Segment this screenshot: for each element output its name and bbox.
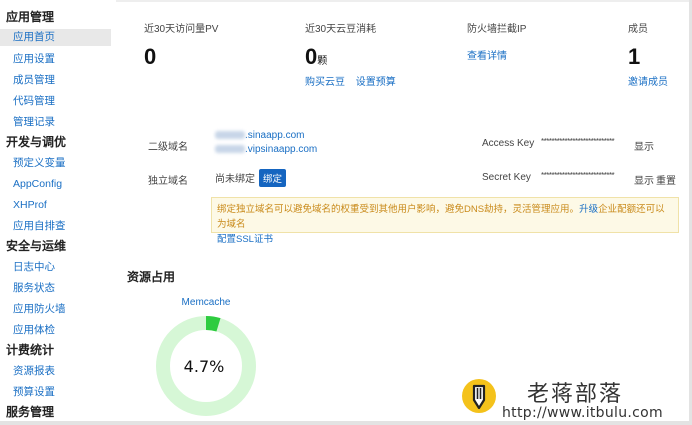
secondary-domain-list: .sinaapp.com .vipsinaapp.com (215, 129, 317, 157)
secondary-domain-1[interactable]: .sinaapp.com (215, 129, 317, 143)
bind-domain-button[interactable]: 绑定 (259, 169, 287, 187)
sidebar-item[interactable]: 应用体检 (0, 320, 111, 341)
access-key-value: **************************** (541, 137, 615, 146)
buy-cloud-beans-link[interactable]: 购买云豆 (305, 77, 345, 88)
sidebar-group-title: 服务管理 (6, 405, 55, 419)
sidebar-item[interactable]: 应用首页 (0, 29, 111, 46)
domain-notice: 绑定独立域名可以避免域名的权重受到其他用户影响，避免DNS劫持，灵活管理应用。升… (211, 197, 679, 245)
sidebar-item[interactable]: 服务状态 (0, 278, 111, 299)
ssl-cert-link[interactable]: 配置SSL证书 (217, 234, 273, 245)
independent-domain-status: 尚未绑定 (215, 174, 255, 185)
stat-cloud-unit: 颗 (317, 56, 328, 67)
secret-key-show-link[interactable]: 显示 (634, 172, 654, 187)
secondary-domain-2-text[interactable]: .vipsinaapp.com (245, 144, 317, 155)
stat-firewall-label: 防火墙拦截IP (467, 24, 527, 35)
secret-key-label: Secret Key (482, 172, 531, 183)
stat-members-value: 1 (628, 44, 641, 69)
sidebar-item[interactable]: 应用防火墙 (0, 299, 111, 320)
sidebar-item[interactable]: 预算设置 (0, 382, 111, 403)
sidebar-item[interactable]: 资源报表 (0, 361, 111, 382)
secondary-domain-1-text[interactable]: .sinaapp.com (245, 130, 304, 141)
view-details-link[interactable]: 查看详情 (467, 51, 507, 62)
watermark-title: 老蒋部落 (527, 382, 624, 407)
memcache-label[interactable]: Memcache (152, 297, 260, 311)
sidebar-item[interactable]: 预定义变量 (0, 153, 111, 174)
secondary-domain-label: 二级域名 (148, 142, 188, 153)
independent-domain-value: 尚未绑定 绑定 (215, 169, 287, 187)
sidebar-item[interactable]: 日志中心 (0, 257, 111, 278)
sidebar-item[interactable]: 管理记录 (0, 112, 111, 133)
watermark-url: http://www.itbulu.com (502, 405, 663, 421)
stat-members: 成员 1 邀请成员 (628, 20, 676, 88)
sidebar-item[interactable]: 成员管理 (0, 70, 111, 91)
independent-domain-label: 独立域名 (148, 176, 188, 187)
sidebar-item[interactable]: AppConfig (0, 174, 111, 195)
stat-pv-label: 近30天访问量PV (144, 24, 219, 35)
sidebar-group-title: 开发与调优 (6, 135, 67, 149)
secret-key-reset-link[interactable]: 重置 (656, 172, 676, 187)
stat-cloud-label: 近30天云豆消耗 (305, 24, 377, 35)
notice-text-1: 绑定独立域名可以避免域名的权重受到其他用户影响，避免DNS劫持，灵活管理应用。 (217, 204, 580, 215)
sidebar-group-title: 安全与运维 (6, 239, 67, 253)
sidebar-item[interactable]: 应用设置 (0, 49, 111, 70)
sidebar-group-title: 计费统计 (6, 343, 55, 357)
sidebar-item[interactable]: 代码管理 (0, 91, 111, 112)
sidebar-group-title: 应用管理 (6, 10, 55, 24)
sidebar-item[interactable]: 应用自排查 (0, 216, 111, 237)
stat-cloud-number: 0 (305, 44, 318, 69)
sidebar: 应用管理应用首页应用设置 成员管理 代码管理 管理记录开发与调优预定义变量 AppCon… (0, 0, 116, 425)
watermark: 老蒋部落 http://www.itbulu.com (462, 375, 687, 421)
stat-cloud: 近30天云豆消耗 0颗 购买云豆 设置预算 (305, 20, 404, 88)
memcache-donut: 4.7% (156, 316, 256, 416)
access-key-label: Access Key (482, 138, 535, 149)
stat-pv-value: 0 (144, 44, 157, 69)
access-key-show-link[interactable]: 显示 (634, 138, 654, 153)
memcache-percent: 4.7% (184, 357, 225, 376)
bottom-border (0, 421, 692, 425)
invite-members-link[interactable]: 邀请成员 (628, 77, 668, 88)
pen-logo-icon (462, 379, 496, 413)
redacted-name-2 (215, 145, 245, 154)
stat-cloud-value: 0颗 (305, 44, 404, 70)
resources-title: 资源占用 (127, 270, 176, 284)
redacted-name-1 (215, 131, 245, 140)
upgrade-link[interactable]: 升级 (579, 204, 598, 215)
sidebar-item[interactable]: XHProf (0, 195, 111, 216)
secondary-domain-2[interactable]: .vipsinaapp.com (215, 143, 317, 157)
secret-key-value: **************************** (541, 171, 615, 180)
stat-firewall: 防火墙拦截IP 查看详情 (467, 20, 526, 62)
stat-members-label: 成员 (628, 24, 648, 35)
set-budget-link[interactable]: 设置预算 (356, 77, 396, 88)
memcache-usage: Memcache 4.7% (152, 297, 260, 422)
stat-pv: 近30天访问量PV 0 (144, 20, 218, 70)
